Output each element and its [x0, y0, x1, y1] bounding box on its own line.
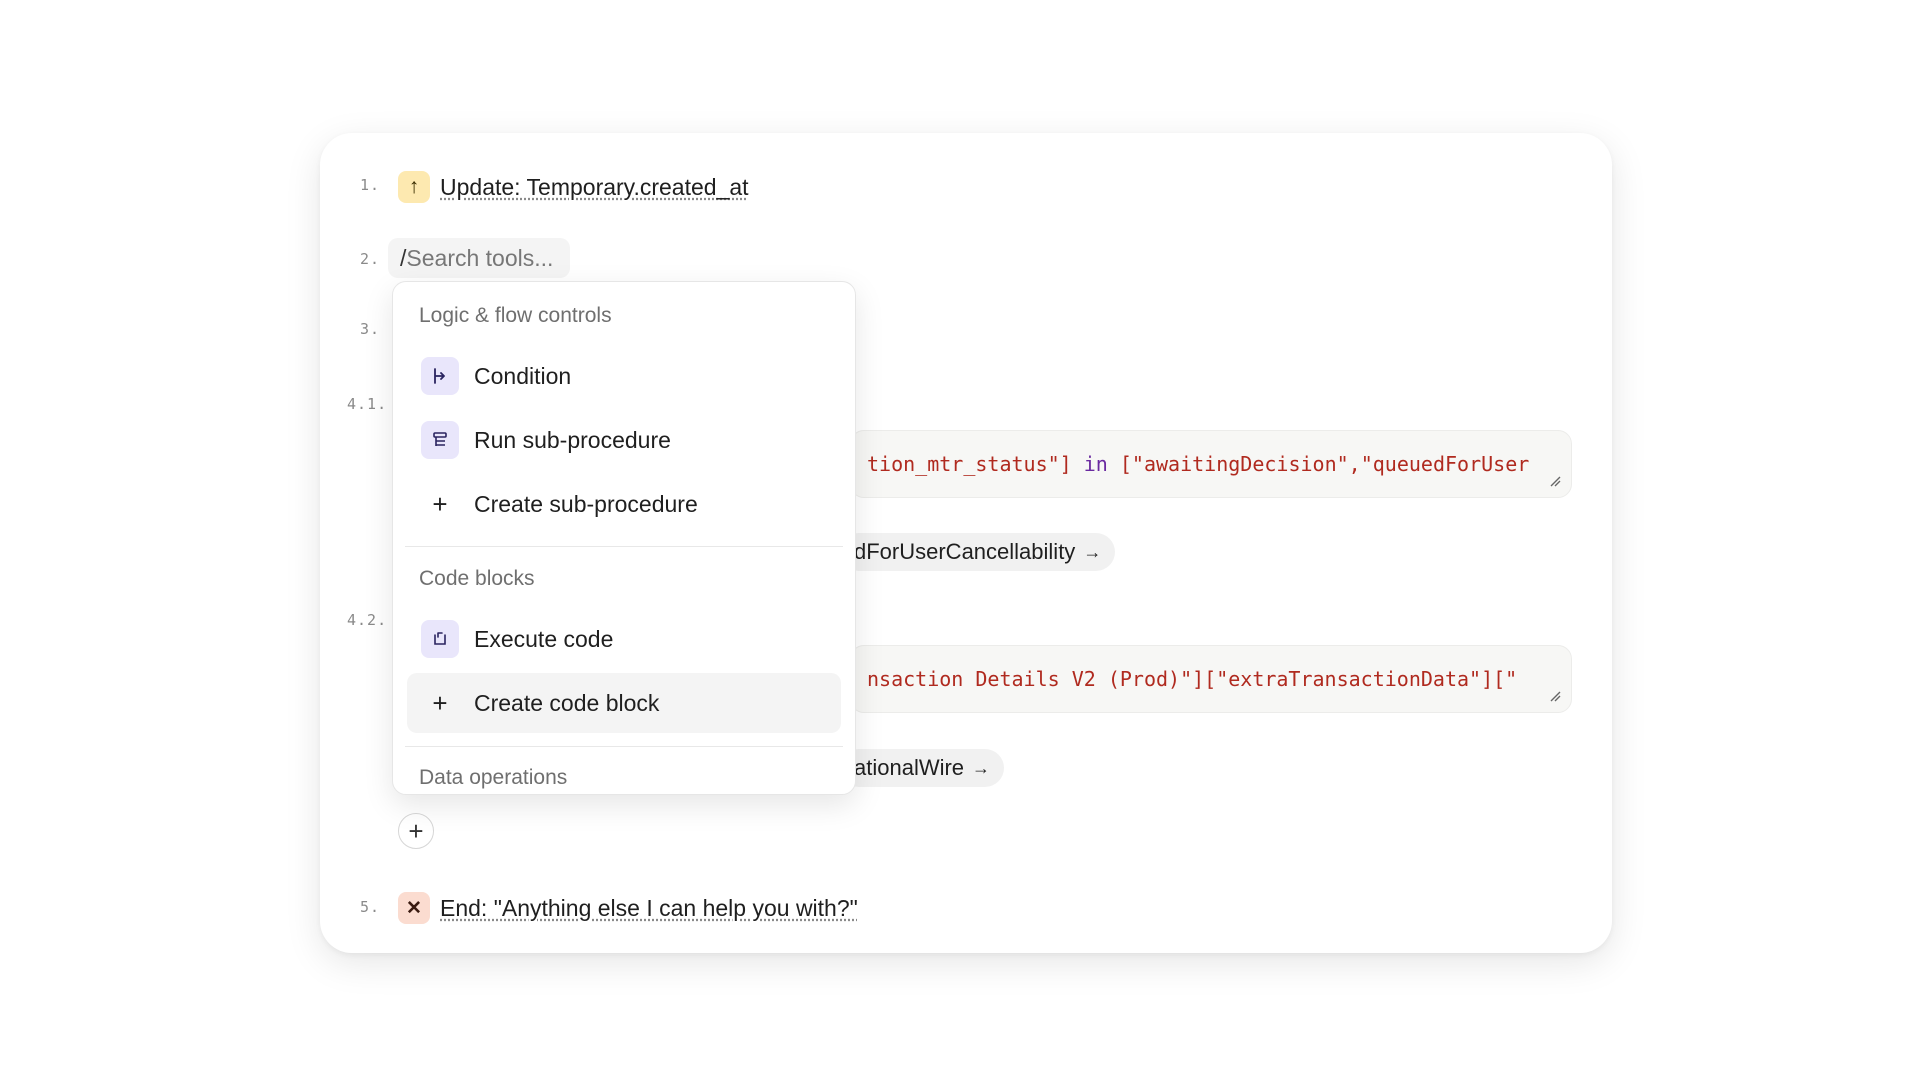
condition-code-editor[interactable]: tion_mtr_status"] in ["awaitingDecision"…: [850, 430, 1572, 498]
resize-handle-icon[interactable]: [1549, 475, 1561, 487]
condition-code-editor[interactable]: nsaction Details V2 (Prod)"]["extraTrans…: [850, 645, 1572, 713]
menu-divider: [405, 746, 843, 747]
search-placeholder: Search tools...: [406, 244, 554, 271]
code-run-icon: [421, 620, 459, 658]
menu-item-run-sub-procedure[interactable]: Run sub-procedure: [407, 410, 841, 470]
arrow-right-icon: →: [1083, 541, 1102, 562]
menu-item-create-sub-procedure[interactable]: + Create sub-procedure: [407, 474, 841, 534]
search-tools-input[interactable]: / Search tools...: [388, 238, 570, 278]
code-string: tion_mtr_status"]: [867, 452, 1072, 476]
group-title: Data operations: [419, 766, 568, 789]
arrow-right-icon: →: [972, 757, 991, 778]
arrow-up-icon: ↑: [398, 171, 430, 203]
step-label[interactable]: Update: Temporary.created_at: [440, 174, 749, 201]
goto-step-pill[interactable]: ationalWire →: [840, 749, 1005, 787]
step-end[interactable]: ✕ End: "Anything else I can help you wit…: [398, 892, 858, 924]
step-number: 4.1.: [347, 395, 388, 413]
menu-item-label: Run sub-procedure: [474, 426, 671, 453]
step-number: 5.: [360, 898, 381, 916]
plus-icon: +: [432, 488, 448, 519]
add-step-button[interactable]: +: [398, 813, 434, 849]
menu-item-label: Create sub-procedure: [474, 490, 698, 517]
code-keyword: in: [1071, 452, 1120, 476]
pill-label: ationalWire: [854, 755, 965, 780]
menu-item-label: Condition: [474, 362, 572, 389]
step-label[interactable]: End: "Anything else I can help you with?…: [440, 895, 858, 922]
menu-item-condition[interactable]: Condition: [407, 346, 841, 406]
goto-step-pill[interactable]: dForUserCancellability →: [840, 533, 1116, 571]
tools-dropdown-menu: Logic & flow controls Condition Run sub-…: [392, 281, 856, 795]
plus-icon: +: [432, 687, 448, 718]
code-string: ["awaitingDecision","queuedForUser: [1119, 452, 1530, 476]
menu-item-execute-code[interactable]: Execute code: [407, 609, 841, 669]
close-icon: ✕: [398, 892, 430, 924]
menu-item-label: Execute code: [474, 625, 614, 652]
step-number: 1.: [360, 176, 381, 194]
list-icon: [421, 421, 459, 459]
step-number: 4.2.: [347, 611, 388, 629]
step-number: 2.: [360, 250, 381, 268]
pill-label: dForUserCancellability: [854, 539, 1076, 564]
group-title: Code blocks: [419, 567, 535, 590]
menu-item-create-code-block[interactable]: + Create code block: [407, 673, 841, 733]
step-update[interactable]: ↑ Update: Temporary.created_at: [398, 171, 749, 203]
code-string: nsaction Details V2 (Prod)"]["extraTrans…: [867, 667, 1518, 691]
step-number: 3.: [360, 320, 381, 338]
group-title: Logic & flow controls: [419, 304, 612, 327]
resize-handle-icon[interactable]: [1549, 690, 1561, 702]
menu-divider: [405, 546, 843, 547]
branch-icon: [421, 357, 459, 395]
menu-item-label: Create code block: [474, 689, 660, 716]
